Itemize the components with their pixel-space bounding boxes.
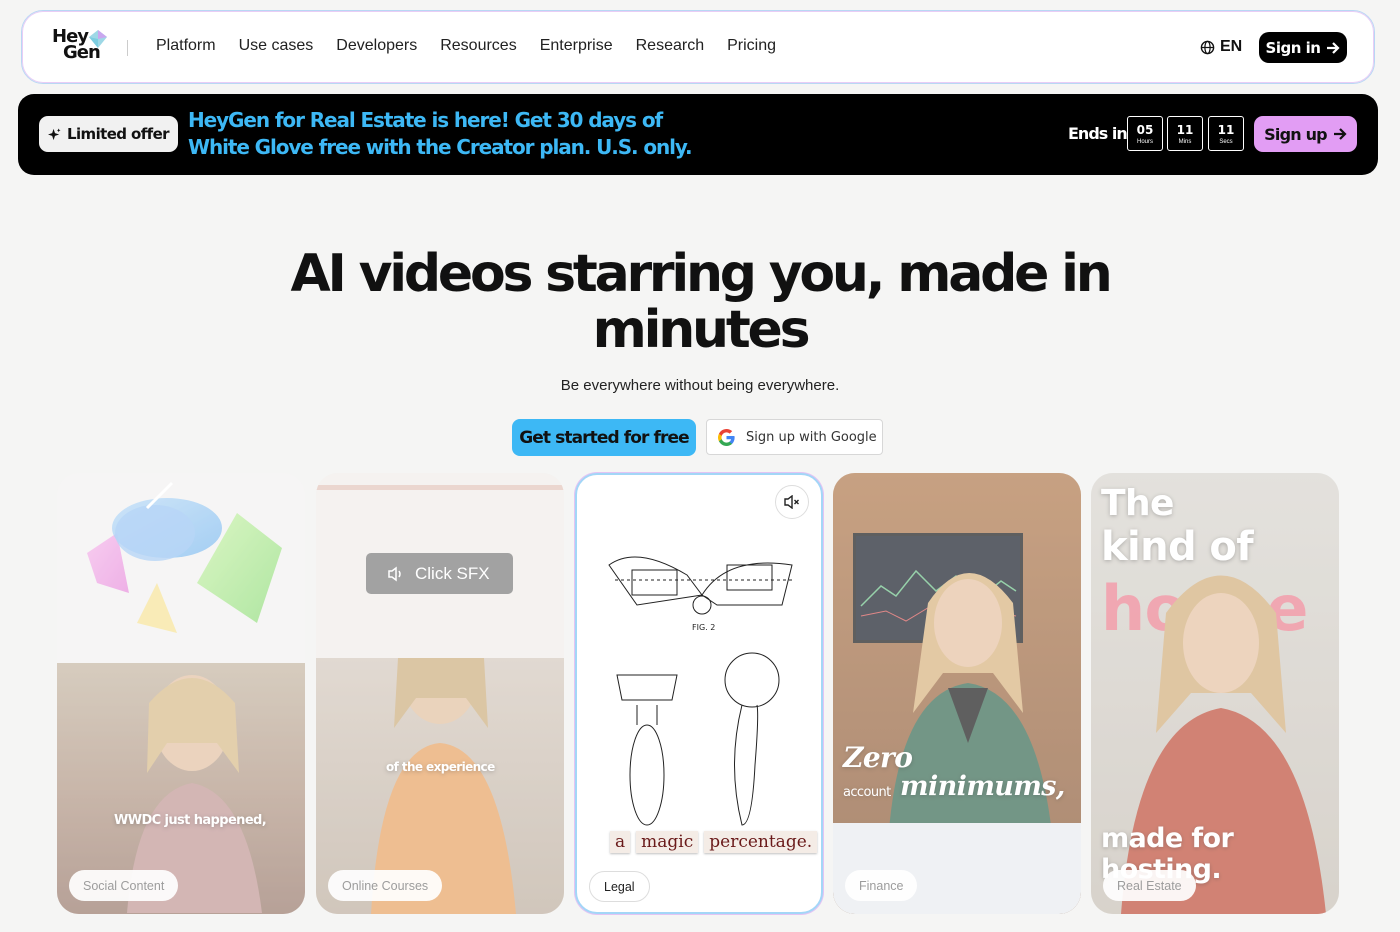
google-icon [718,428,735,446]
sign-in-label: Sign in [1265,38,1321,57]
arrow-right-icon [1333,128,1347,140]
limited-offer-badge: Limited offer [39,116,178,152]
category-tag[interactable]: Online Courses [328,870,443,901]
timer-seconds: 11 Secs [1208,116,1244,151]
nav-enterprise[interactable]: Enterprise [540,37,613,55]
mute-button[interactable] [775,485,809,519]
timer-minutes-value: 11 [1176,123,1194,137]
nav-developers[interactable]: Developers [336,37,417,55]
nav-research[interactable]: Research [636,37,704,55]
video-caption: WWDC just happened, [114,813,267,828]
hero-title: AI videos starring you, made in minutes [290,244,1112,360]
nav-platform[interactable]: Platform [156,37,216,55]
timer-minutes-unit: Mins [1178,139,1192,145]
colorful-3d-graphic [87,481,282,633]
arrow-right-icon [1327,41,1341,54]
timer-seconds-value: 11 [1217,123,1235,137]
caption-account: account [843,785,891,800]
timer-hours-unit: Hours [1136,139,1153,145]
sparkle-icon [48,127,61,140]
timer-minutes: 11 Mins [1167,116,1203,151]
heygen-logo[interactable]: Hey Gen [52,28,110,67]
nav-pricing[interactable]: Pricing [727,37,776,55]
video-caption: of the experience [386,760,495,774]
limited-offer-label: Limited offer [67,125,170,143]
ends-in-label: Ends in [1068,124,1128,143]
category-tag[interactable]: Finance [845,870,918,901]
top-nav: Hey Gen Platform Use cases Developers Re… [21,10,1375,84]
caption-the: The [1101,483,1174,524]
hero-subtitle: Be everywhere without being everywhere. [560,377,840,394]
muted-speaker-icon [784,495,799,509]
google-signup-button[interactable]: Sign up with Google [706,419,883,455]
sign-in-button[interactable]: Sign in [1259,32,1347,63]
caption-word-1: a [610,831,631,853]
figure-label: FIG. 2 [692,623,715,632]
sign-up-button[interactable]: Sign up [1254,116,1357,152]
timer-hours: 05 Hours [1127,116,1163,151]
timer-seconds-unit: Secs [1219,139,1233,145]
caption-word-2: magic [636,831,699,853]
category-tag[interactable]: Legal [589,871,650,902]
card-social-content[interactable]: WWDC just happened, Social Content [57,473,305,914]
category-tag[interactable]: Social Content [69,870,179,901]
google-signup-label: Sign up with Google [746,429,877,445]
nav-use-cases[interactable]: Use cases [239,37,314,55]
patent-drawing: FIG. 2 [608,556,793,826]
promo-message[interactable]: HeyGen for Real Estate is here! Get 30 d… [188,107,708,161]
timer-hours-value: 05 [1136,123,1154,137]
caption-word-3: percentage. [704,831,818,853]
card-finance[interactable]: Zero account minimums, Finance [833,473,1081,914]
card-legal[interactable]: FIG. 2 a magic percentage. Legal [575,473,823,914]
nav-resources[interactable]: Resources [440,37,516,55]
get-started-button[interactable]: Get started for free [512,419,696,456]
promo-banner: Limited offer HeyGen for Real Estate is … [18,94,1378,175]
top-strip [316,485,564,490]
nav-divider [127,40,128,56]
click-sfx-label: Click SFX [415,563,490,583]
caption-zero: Zero [843,741,913,774]
speaker-icon [388,566,401,581]
card-real-estate[interactable]: The kind of house made for hosting. Real… [1091,473,1339,914]
legal-caption: a magic percentage. [610,831,818,853]
category-tag[interactable]: Real Estate [1103,870,1196,901]
language-selector[interactable]: EN [1200,38,1242,56]
sign-up-label: Sign up [1264,124,1327,144]
card-online-courses[interactable]: Click SFX of the experience Online Cours… [316,473,564,914]
gem-icon [89,30,107,48]
globe-icon [1200,40,1215,54]
language-code: EN [1220,38,1243,55]
main-menu: Platform Use cases Developers Resources … [156,37,799,55]
caption-minimums: minimums, [900,771,1065,802]
click-sfx-overlay[interactable]: Click SFX [366,553,513,594]
